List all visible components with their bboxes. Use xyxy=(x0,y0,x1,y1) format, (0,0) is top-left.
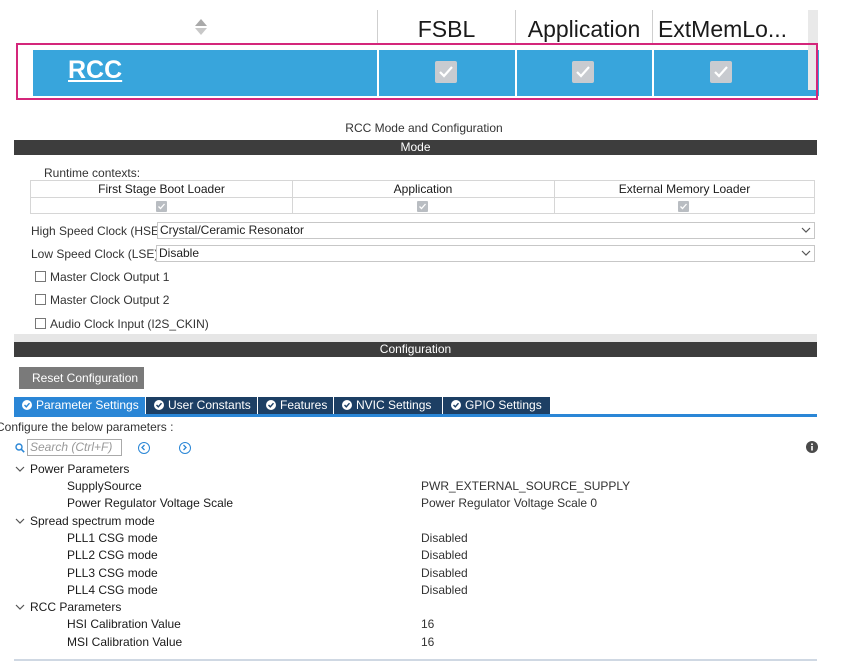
tab-nvic-settings[interactable]: NVIC Settings xyxy=(334,397,442,414)
tab-label: GPIO Settings xyxy=(465,398,542,412)
param-value[interactable]: Disabled xyxy=(421,548,468,562)
bottom-divider xyxy=(14,659,817,661)
search-input[interactable]: Search (Ctrl+F) xyxy=(27,439,122,456)
next-icon[interactable] xyxy=(179,442,191,454)
master-clock-output-1-checkbox[interactable] xyxy=(35,271,46,282)
configuration-header: Configuration xyxy=(14,342,817,357)
tab-underline xyxy=(14,414,817,417)
param-value[interactable]: 16 xyxy=(421,635,434,649)
info-icon[interactable] xyxy=(806,441,818,453)
param-name: PLL2 CSG mode xyxy=(67,548,158,562)
lse-label: Low Speed Clock (LSE) xyxy=(31,247,159,261)
mode-header: Mode xyxy=(14,140,817,155)
highlight-frame xyxy=(16,43,818,100)
param-value[interactable]: Disabled xyxy=(421,566,468,580)
tab-user-constants[interactable]: User Constants xyxy=(146,397,257,414)
group-rcc-parameters[interactable]: RCC Parameters xyxy=(30,600,121,614)
lse-value: Disable xyxy=(159,246,200,260)
param-name: MSI Calibration Value xyxy=(67,635,183,649)
check-icon xyxy=(680,203,687,210)
sort-column-header[interactable] xyxy=(30,10,377,44)
param-name: HSI Calibration Value xyxy=(67,617,181,631)
application-context-checkbox[interactable] xyxy=(417,201,428,212)
param-value[interactable]: Power Regulator Voltage Scale 0 xyxy=(421,496,597,510)
tab-label: Parameter Settings xyxy=(36,398,139,412)
context-header-fsbl: First Stage Boot Loader xyxy=(98,182,225,196)
context-checkbox-row xyxy=(31,197,814,214)
audio-clock-input-checkbox[interactable] xyxy=(35,318,46,329)
column-header-application[interactable]: Application xyxy=(515,10,652,44)
param-name: PLL3 CSG mode xyxy=(67,566,158,580)
hse-select[interactable]: Crystal/Ceramic Resonator xyxy=(157,222,815,239)
runtime-contexts-label: Runtime contexts: xyxy=(44,166,141,180)
tab-parameter-settings[interactable]: Parameter Settings xyxy=(14,397,145,414)
master-clock-output-2-checkbox[interactable] xyxy=(35,294,46,305)
chevron-down-icon xyxy=(801,250,811,256)
column-header-extmem[interactable]: ExtMemLo... xyxy=(652,10,792,44)
chevron-down-icon[interactable] xyxy=(15,603,25,611)
param-name: SupplySource xyxy=(67,479,142,493)
param-name: Power Regulator Voltage Scale xyxy=(67,496,234,510)
tab-gpio-settings[interactable]: GPIO Settings xyxy=(443,397,550,414)
column-header-fsbl[interactable]: FSBL xyxy=(377,10,515,44)
master-clock-output-2-option[interactable]: Master Clock Output 2 xyxy=(35,293,169,307)
column-divider xyxy=(292,181,293,214)
param-value[interactable]: Disabled xyxy=(421,583,468,597)
check-circle-icon xyxy=(451,400,461,410)
sort-icon[interactable] xyxy=(194,18,208,36)
panel-divider xyxy=(14,334,817,342)
chevron-down-icon xyxy=(801,227,811,233)
group-power-parameters[interactable]: Power Parameters xyxy=(30,462,129,476)
instruction-text: Configure the below parameters : xyxy=(0,420,174,434)
search-icon xyxy=(15,443,25,453)
panel-title: RCC Mode and Configuration xyxy=(345,121,503,135)
check-circle-icon xyxy=(154,400,164,410)
check-circle-icon xyxy=(342,400,352,410)
check-icon xyxy=(419,203,426,210)
hse-value: Crystal/Ceramic Resonator xyxy=(160,223,305,237)
fsbl-context-checkbox[interactable] xyxy=(156,201,167,212)
reset-configuration-button[interactable]: Reset Configuration xyxy=(19,367,144,389)
param-name: PLL1 CSG mode xyxy=(67,531,158,545)
audio-clock-input-label: Audio Clock Input (I2S_CKIN) xyxy=(50,317,209,331)
master-clock-output-1-option[interactable]: Master Clock Output 1 xyxy=(35,270,169,284)
previous-icon[interactable] xyxy=(138,442,150,454)
check-icon xyxy=(158,203,165,210)
context-header-application: Application xyxy=(393,182,453,196)
context-header-extmem: External Memory Loader xyxy=(618,182,751,196)
context-table-header: FSBL Application ExtMemLo... xyxy=(30,10,808,44)
extmem-context-checkbox[interactable] xyxy=(678,201,689,212)
column-divider xyxy=(554,181,555,214)
master-clock-output-1-label: Master Clock Output 1 xyxy=(50,270,170,284)
param-name: PLL4 CSG mode xyxy=(67,583,158,597)
check-circle-icon xyxy=(22,400,32,410)
lse-select[interactable]: Disable xyxy=(156,245,815,262)
group-spread-spectrum-mode[interactable]: Spread spectrum mode xyxy=(30,514,155,528)
tab-label: User Constants xyxy=(168,398,251,412)
master-clock-output-2-label: Master Clock Output 2 xyxy=(50,293,170,307)
param-value[interactable]: 16 xyxy=(421,617,434,631)
audio-clock-input-option[interactable]: Audio Clock Input (I2S_CKIN) xyxy=(35,317,209,331)
param-value[interactable]: Disabled xyxy=(421,531,468,545)
tab-features[interactable]: Features xyxy=(258,397,333,414)
runtime-contexts-table: First Stage Boot Loader Application Exte… xyxy=(30,180,815,214)
param-value[interactable]: PWR_EXTERNAL_SOURCE_SUPPLY xyxy=(421,479,630,493)
check-circle-icon xyxy=(266,400,276,410)
tab-label: NVIC Settings xyxy=(356,398,432,412)
tab-label: Features xyxy=(280,398,328,412)
hse-label: High Speed Clock (HSE) xyxy=(31,224,164,238)
chevron-down-icon[interactable] xyxy=(15,517,25,525)
chevron-down-icon[interactable] xyxy=(15,465,25,473)
